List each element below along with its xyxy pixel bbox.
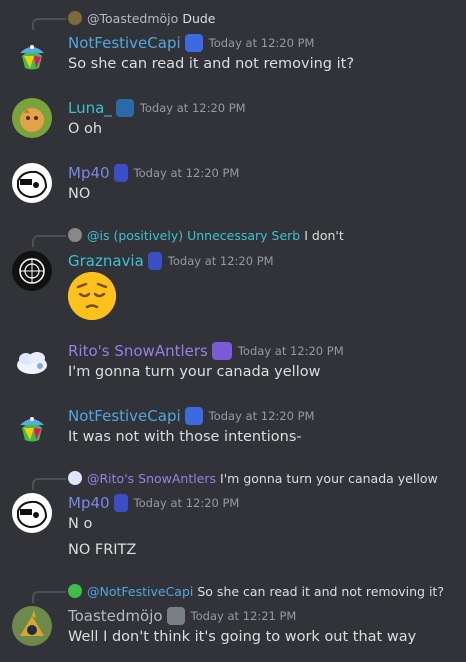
reply-text: I don't — [304, 227, 344, 243]
message-header: Graznavia Today at 12:20 PM — [68, 251, 274, 271]
reply-avatar — [68, 584, 82, 598]
reply-author[interactable]: @Toastedmöjo — [87, 11, 178, 26]
username[interactable]: Toastedmöjo — [68, 607, 163, 625]
reply-text: So she can read it and not removing it? — [197, 583, 444, 599]
message-header: Toastedmöjo Today at 12:21 PM — [68, 606, 296, 626]
role-icon — [184, 407, 203, 425]
reply-author[interactable]: @Rito's SnowAntlers — [87, 471, 216, 486]
username[interactable]: NotFestiveCapi — [68, 34, 181, 52]
reply-author[interactable]: @NotFestiveCapi — [87, 584, 193, 599]
avatar[interactable] — [12, 408, 52, 448]
reply-avatar — [68, 228, 82, 242]
reply-spine — [32, 235, 66, 247]
reply-preview[interactable]: @Toastedmöjo Dude — [68, 9, 216, 27]
timestamp[interactable]: Today at 12:20 PM — [168, 254, 274, 268]
avatar[interactable] — [12, 251, 52, 291]
reply-spine — [32, 591, 66, 603]
avatar[interactable] — [12, 606, 52, 646]
reply-text: I'm gonna turn your canada yellow — [220, 470, 438, 486]
message-text: It was not with those intentions- — [68, 429, 302, 445]
username[interactable]: Mp40 — [68, 164, 110, 182]
message-header: Rito's SnowAntlers Today at 12:20 PM — [68, 341, 344, 361]
username[interactable]: Luna_ — [68, 99, 112, 117]
reply-preview[interactable]: @is (positively) Unnecessary Serb I don'… — [68, 226, 344, 244]
avatar[interactable] — [12, 163, 52, 203]
role-icon — [113, 164, 128, 182]
avatar[interactable] — [12, 493, 52, 533]
username[interactable]: Mp40 — [68, 494, 110, 512]
message-text: O oh — [68, 121, 103, 137]
timestamp[interactable]: Today at 12:20 PM — [238, 344, 344, 358]
avatar[interactable] — [12, 341, 52, 381]
username[interactable]: NotFestiveCapi — [68, 407, 181, 425]
timestamp[interactable]: Today at 12:21 PM — [191, 609, 297, 623]
reply-avatar — [68, 11, 82, 25]
reply-preview[interactable]: @NotFestiveCapi So she can read it and n… — [68, 582, 444, 600]
reply-preview[interactable]: @Rito's SnowAntlers I'm gonna turn your … — [68, 469, 438, 487]
message-text: NO — [68, 186, 91, 202]
message-text: Well I don't think it's going to work ou… — [68, 629, 417, 645]
message-text: N o — [68, 516, 93, 532]
role-icon — [166, 607, 185, 625]
reply-spine — [32, 18, 66, 30]
timestamp[interactable]: Today at 12:20 PM — [134, 496, 240, 510]
timestamp[interactable]: Today at 12:20 PM — [140, 101, 246, 115]
timestamp[interactable]: Today at 12:20 PM — [134, 166, 240, 180]
message-header: Mp40 Today at 12:20 PM — [68, 493, 239, 513]
role-icon — [184, 34, 203, 52]
message-header: Mp40 Today at 12:20 PM — [68, 163, 239, 183]
reply-spine — [32, 478, 66, 490]
reply-text: Dude — [182, 10, 216, 26]
timestamp[interactable]: Today at 12:20 PM — [209, 409, 315, 423]
message-text: I'm gonna turn your canada yellow — [68, 364, 321, 380]
message-header: NotFestiveCapi Today at 12:20 PM — [68, 33, 314, 53]
role-icon — [113, 494, 128, 512]
role-icon — [147, 252, 162, 270]
message-header: Luna_ Today at 12:20 PM — [68, 98, 246, 118]
message-header: NotFestiveCapi Today at 12:20 PM — [68, 406, 314, 426]
pensive-face-emoji — [68, 272, 116, 320]
reply-avatar — [68, 471, 82, 485]
username[interactable]: Rito's SnowAntlers — [68, 342, 208, 360]
avatar[interactable] — [12, 36, 52, 76]
role-icon — [211, 342, 232, 360]
message-text: NO FRITZ — [68, 542, 137, 558]
reply-author[interactable]: @is (positively) Unnecessary Serb — [87, 228, 300, 243]
avatar[interactable] — [12, 98, 52, 138]
username[interactable]: Graznavia — [68, 252, 144, 270]
timestamp[interactable]: Today at 12:20 PM — [209, 36, 315, 50]
role-icon — [115, 99, 134, 117]
message-text: So she can read it and not removing it? — [68, 56, 355, 72]
